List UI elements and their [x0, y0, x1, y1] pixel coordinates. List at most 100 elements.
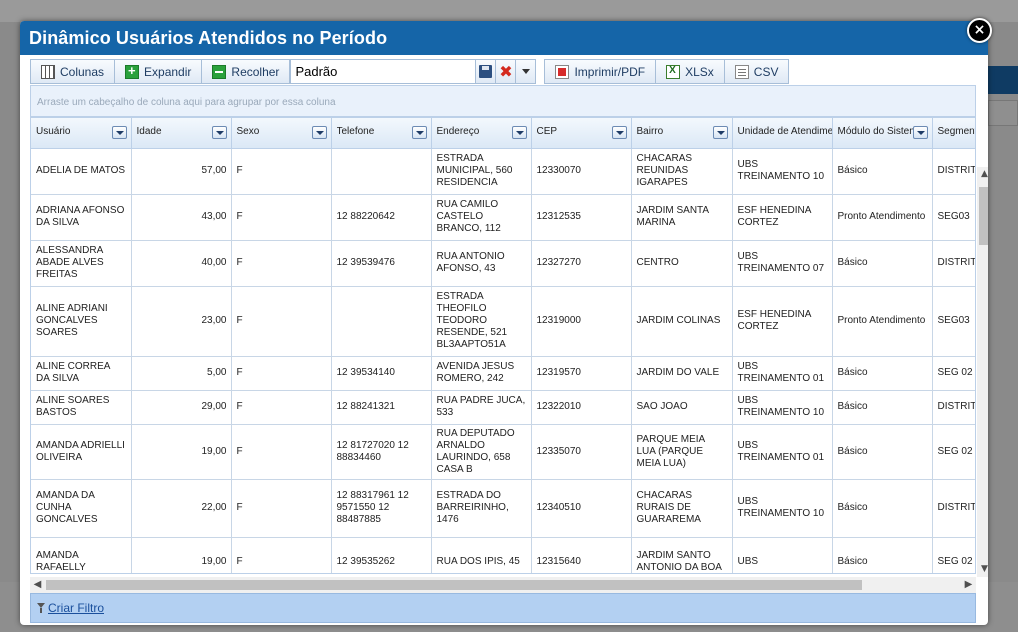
- cell-usuario: ADRIANA AFONSO DA SILVA: [31, 194, 132, 241]
- scroll-left-arrow-icon[interactable]: ◀: [30, 577, 45, 593]
- cell-endereco: RUA PADRE JUCA, 533: [431, 390, 532, 425]
- print-pdf-button[interactable]: Imprimir/PDF: [544, 59, 657, 84]
- export-xlsx-button[interactable]: XLSx: [655, 59, 725, 84]
- layout-dropdown-button[interactable]: [515, 59, 537, 84]
- cell-cep: 12322010: [531, 390, 632, 425]
- group-by-panel[interactable]: Arraste um cabeçalho de coluna aqui para…: [30, 85, 976, 117]
- cell-cep: 12319570: [531, 356, 632, 391]
- scroll-up-arrow-icon[interactable]: ▲: [977, 167, 988, 182]
- column-header-segmento[interactable]: Segmento: [932, 118, 975, 149]
- column-header-telefone[interactable]: Telefone: [331, 118, 432, 149]
- cell-bairro: CHACARAS REUNIDAS IGARAPES: [631, 148, 733, 195]
- cell-cep: 12327270: [531, 240, 632, 287]
- cell-endereco: RUA DEPUTADO ARNALDO LAURINDO, 658 CASA …: [431, 424, 532, 480]
- cell-segmento: SEG 02: [932, 356, 975, 391]
- save-layout-button[interactable]: [475, 59, 497, 84]
- chevron-down-icon: [521, 69, 530, 74]
- column-header-idade[interactable]: Idade: [131, 118, 232, 149]
- table-row[interactable]: ALESSANDRA ABADE ALVES FREITAS 40,00 F 12 3…: [31, 240, 975, 287]
- table-row[interactable]: ALINE SOARES BASTOS 29,00 F 12 88241321 RUA …: [31, 390, 975, 425]
- horizontal-scroll-thumb[interactable]: [46, 580, 862, 590]
- column-header-unidade[interactable]: Unidade de Atendimento: [732, 118, 833, 149]
- cell-cep: 12312535: [531, 194, 632, 241]
- cell-cep: 12340510: [531, 479, 632, 538]
- cell-modulo: Básico: [832, 479, 933, 538]
- column-filter-icon[interactable]: [411, 126, 427, 139]
- layout-name-input[interactable]: Padrão: [290, 59, 477, 84]
- floppy-disk-icon: [479, 65, 493, 78]
- cell-telefone: 12 88317961 12 9571550 12 88487885: [331, 479, 432, 538]
- cell-idade: 19,00: [131, 537, 232, 573]
- filter-bar: Criar Filtro: [30, 593, 976, 623]
- create-filter-link[interactable]: Criar Filtro: [48, 601, 104, 615]
- columns-button[interactable]: Colunas: [30, 59, 116, 84]
- column-header-usuario[interactable]: Usuário: [31, 118, 132, 149]
- column-filter-icon[interactable]: [511, 126, 527, 139]
- cell-idade: 23,00: [131, 286, 232, 357]
- close-dialog-button[interactable]: ×: [967, 18, 992, 43]
- export-csv-button[interactable]: CSV: [723, 59, 790, 84]
- column-header-sexo[interactable]: Sexo: [231, 118, 332, 149]
- table-row[interactable]: ADRIANA AFONSO DA SILVA 43,00 F 12 88220642…: [31, 194, 975, 241]
- cell-idade: 29,00: [131, 390, 232, 425]
- cell-sexo: F: [231, 479, 332, 538]
- expand-button[interactable]: Expandir: [114, 59, 203, 84]
- cell-bairro: CHACARAS RURAIS DE GUARAREMA: [631, 479, 733, 538]
- cell-idade: 57,00: [131, 148, 232, 195]
- cell-modulo: Básico: [832, 356, 933, 391]
- cell-modulo: Pronto Atendimento: [832, 194, 933, 241]
- delete-layout-button[interactable]: ✖: [495, 59, 517, 84]
- cell-usuario: ALINE CORREA DA SILVA: [31, 356, 132, 391]
- scroll-down-arrow-icon[interactable]: ▼: [977, 562, 988, 577]
- cell-modulo: Básico: [832, 148, 933, 195]
- column-filter-icon[interactable]: [712, 126, 728, 139]
- table-row[interactable]: AMANDA RAFAELLY 19,00 F 12 39535262 RUA DOS …: [31, 537, 975, 573]
- table-row[interactable]: AMANDA DA CUNHA GONCALVES 22,00 F 12 883179…: [31, 479, 975, 538]
- dialog-title: Dinâmico Usuários Atendidos no Período: [20, 21, 988, 55]
- column-filter-icon[interactable]: [311, 126, 327, 139]
- cell-unidade: UBS: [732, 537, 833, 573]
- background-page-strip: [0, 0, 1018, 22]
- column-filter-icon[interactable]: [611, 126, 627, 139]
- column-filter-icon[interactable]: [912, 126, 928, 139]
- vertical-scrollbar[interactable]: ▲ ▼: [977, 167, 988, 577]
- report-dialog: Dinâmico Usuários Atendidos no Período C…: [20, 21, 988, 625]
- cell-segmento: SEG 02: [932, 537, 975, 573]
- column-filter-icon[interactable]: [111, 126, 127, 139]
- cell-endereco: RUA ANTONIO AFONSO, 43: [431, 240, 532, 287]
- column-header-modulo[interactable]: Módulo do Sistema: [832, 118, 933, 149]
- cell-usuario: ALINE ADRIANI GONCALVES SOARES: [31, 286, 132, 357]
- table-row[interactable]: AMANDA ADRIELLI OLIVEIRA 19,00 F 12 8172702…: [31, 424, 975, 480]
- cell-usuario: ALESSANDRA ABADE ALVES FREITAS: [31, 240, 132, 287]
- cell-endereco: RUA DOS IPIS, 45: [431, 537, 532, 573]
- cell-cep: 12315640: [531, 537, 632, 573]
- column-header-cep[interactable]: CEP: [531, 118, 632, 149]
- cell-usuario: AMANDA DA CUNHA GONCALVES: [31, 479, 132, 538]
- collapse-button[interactable]: Recolher: [201, 59, 291, 84]
- cell-idade: 43,00: [131, 194, 232, 241]
- data-table: Usuário Idade Sexo Telefone Endereço CEP…: [31, 118, 975, 573]
- cell-modulo: Básico: [832, 240, 933, 287]
- vertical-scroll-thumb[interactable]: [979, 187, 988, 245]
- cell-segmento: DISTRITO CENTRO: [932, 390, 975, 425]
- cell-bairro: JARDIM SANTA MARINA: [631, 194, 733, 241]
- cell-cep: 12319000: [531, 286, 632, 357]
- columns-label: Colunas: [60, 64, 105, 79]
- cell-usuario: ADELIA DE MATOS: [31, 148, 132, 195]
- scroll-right-arrow-icon[interactable]: ▶: [961, 577, 976, 593]
- cell-telefone: 12 39534140: [331, 356, 432, 391]
- column-header-bairro[interactable]: Bairro: [631, 118, 733, 149]
- horizontal-scrollbar[interactable]: ◀ ▶: [30, 577, 976, 593]
- cell-bairro: JARDIM DO VALE: [631, 356, 733, 391]
- columns-icon: [41, 64, 55, 79]
- table-row[interactable]: ALINE CORREA DA SILVA 5,00 F 12 39534140 AVE…: [31, 356, 975, 391]
- cell-cep: 12330070: [531, 148, 632, 195]
- table-row[interactable]: ALINE ADRIANI GONCALVES SOARES 23,00 F ESTR…: [31, 286, 975, 357]
- table-row[interactable]: ADELIA DE MATOS 57,00 F ESTRADA MUNICIPAL, …: [31, 148, 975, 195]
- cell-usuario: ALINE SOARES BASTOS: [31, 390, 132, 425]
- column-header-endereco[interactable]: Endereço: [431, 118, 532, 149]
- background-page-box: [988, 100, 1018, 126]
- cell-endereco: ESTRADA MUNICIPAL, 560 RESIDENCIA: [431, 148, 532, 195]
- print-pdf-label: Imprimir/PDF: [574, 64, 646, 79]
- column-filter-icon[interactable]: [211, 126, 227, 139]
